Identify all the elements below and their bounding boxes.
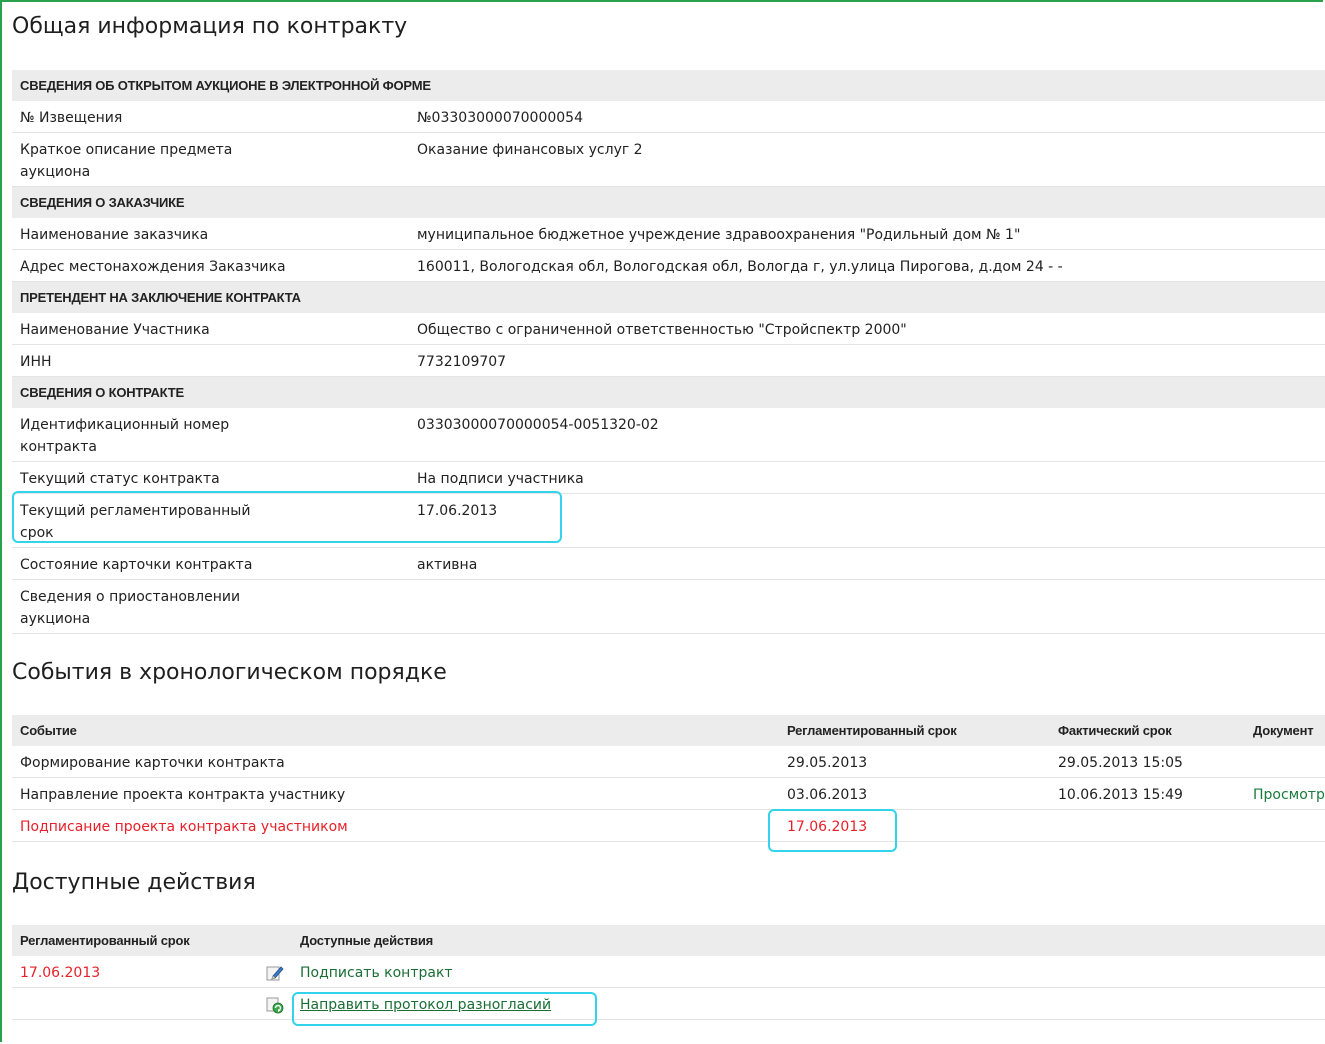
info-value: 17.06.2013	[409, 493, 1325, 548]
column-header-actions: Доступные действия	[292, 925, 1325, 956]
info-row: Краткое описание предмета аукциона Оказа…	[12, 132, 1325, 187]
info-row: Состояние карточки контракта активна	[12, 547, 1325, 580]
section-title-customer: СВЕДЕНИЯ О ЗАКАЗЧИКЕ	[12, 186, 1325, 218]
action-deadline	[12, 987, 248, 1020]
table-row: 17.06.2013 Подписать контракт	[12, 956, 1325, 988]
action-deadline: 17.06.2013	[12, 956, 248, 988]
info-row: ИНН 7732109707	[12, 344, 1325, 377]
events-header-row: Событие Регламентированный срок Фактичес…	[12, 715, 1325, 746]
section-title-contract: СВЕДЕНИЯ О КОНТРАКТЕ	[12, 376, 1325, 408]
info-row: № Извещения №03303000070000054	[12, 101, 1325, 133]
event-name: Формирование карточки контракта	[12, 746, 779, 778]
column-header-deadline: Регламентированный срок	[779, 715, 1050, 746]
info-value: Общество с ограниченной ответственностью…	[409, 313, 1325, 345]
send-disagreement-protocol-link[interactable]: Направить протокол разногласий	[292, 987, 1325, 1020]
info-row: Текущий регламентированный срок 17.06.20…	[12, 493, 1325, 548]
info-value: На подписи участника	[409, 461, 1325, 494]
event-document	[1245, 809, 1325, 842]
event-name: Направление проекта контракта участнику	[12, 777, 779, 810]
action-icon-cell	[248, 987, 292, 1020]
info-row: Сведения о приостановлении аукциона	[12, 579, 1325, 634]
pencil-edit-icon[interactable]	[266, 964, 284, 982]
section-header: ПРЕТЕНДЕНТ НА ЗАКЛЮЧЕНИЕ КОНТРАКТА	[12, 281, 1325, 313]
event-deadline: 17.06.2013	[779, 809, 1050, 842]
info-label: Идентификационный номер контракта	[12, 408, 409, 462]
event-actual	[1050, 809, 1245, 842]
info-row: Наименование Участника Общество с ограни…	[12, 313, 1325, 345]
view-document-link[interactable]: Просмотр	[1245, 777, 1325, 810]
info-value: 03303000070000054-0051320-02	[409, 408, 1325, 462]
info-value: муниципальное бюджетное учреждение здрав…	[409, 218, 1325, 250]
page-title: Общая информация по контракту	[12, 14, 408, 39]
section-header: СВЕДЕНИЯ О ЗАКАЗЧИКЕ	[12, 186, 1325, 218]
info-label: Адрес местонахождения Заказчика	[12, 249, 409, 282]
info-label: Текущий регламентированный срок	[12, 493, 409, 548]
info-row: Идентификационный номер контракта 033030…	[12, 408, 1325, 462]
column-header-deadline: Регламентированный срок	[12, 925, 248, 956]
section-title-participant: ПРЕТЕНДЕНТ НА ЗАКЛЮЧЕНИЕ КОНТРАКТА	[12, 281, 1325, 313]
info-label: ИНН	[12, 344, 409, 377]
info-value	[409, 579, 1325, 634]
info-label: Краткое описание предмета аукциона	[12, 132, 409, 187]
info-row: Текущий статус контракта На подписи учас…	[12, 461, 1325, 494]
info-label: Текущий статус контракта	[12, 461, 409, 494]
table-row: Подписание проекта контракта участником …	[12, 809, 1325, 842]
column-header-icon	[248, 925, 292, 956]
table-row: Направить протокол разногласий	[12, 987, 1325, 1020]
column-header-actual: Фактический срок	[1050, 715, 1245, 746]
section-header: СВЕДЕНИЯ О КОНТРАКТЕ	[12, 376, 1325, 408]
event-deadline: 03.06.2013	[779, 777, 1050, 810]
info-label: Состояние карточки контракта	[12, 547, 409, 580]
column-header-document: Документ	[1245, 715, 1325, 746]
info-row: Адрес местонахождения Заказчика 160011, …	[12, 249, 1325, 282]
info-label: Сведения о приостановлении аукциона	[12, 579, 409, 634]
event-actual: 29.05.2013 15:05	[1050, 746, 1245, 778]
table-row: Формирование карточки контракта 29.05.20…	[12, 746, 1325, 778]
info-label: Наименование заказчика	[12, 218, 409, 250]
event-deadline: 29.05.2013	[779, 746, 1050, 778]
info-value: Оказание финансовых услуг 2	[409, 132, 1325, 187]
events-title: События в хронологическом порядке	[12, 660, 447, 685]
info-value: 7732109707	[409, 344, 1325, 377]
info-value: №03303000070000054	[409, 101, 1325, 133]
event-document	[1245, 746, 1325, 778]
actions-title: Доступные действия	[12, 870, 256, 895]
event-name: Подписание проекта контракта участником	[12, 809, 779, 842]
section-title-auction: СВЕДЕНИЯ ОБ ОТКРЫТОМ АУКЦИОНЕ В ЭЛЕКТРОН…	[12, 70, 1325, 101]
column-header-event: Событие	[12, 715, 779, 746]
action-icon-cell	[248, 956, 292, 988]
contract-info-table: СВЕДЕНИЯ ОБ ОТКРЫТОМ АУКЦИОНЕ В ЭЛЕКТРОН…	[12, 70, 1325, 634]
actions-table: Регламентированный срок Доступные действ…	[12, 925, 1325, 1020]
sign-contract-action[interactable]: Подписать контракт	[292, 956, 1325, 988]
info-value: 160011, Вологодская обл, Вологодская обл…	[409, 249, 1325, 282]
info-label: Наименование Участника	[12, 313, 409, 345]
actions-header-row: Регламентированный срок Доступные действ…	[12, 925, 1325, 956]
info-value: активна	[409, 547, 1325, 580]
info-row: Наименование заказчика муниципальное бюд…	[12, 218, 1325, 250]
table-row: Направление проекта контракта участнику …	[12, 777, 1325, 810]
event-actual: 10.06.2013 15:49	[1050, 777, 1245, 810]
section-header: СВЕДЕНИЯ ОБ ОТКРЫТОМ АУКЦИОНЕ В ЭЛЕКТРОН…	[12, 70, 1325, 101]
refresh-send-icon[interactable]	[266, 996, 284, 1014]
events-table: Событие Регламентированный срок Фактичес…	[12, 715, 1325, 842]
info-label: № Извещения	[12, 101, 409, 133]
